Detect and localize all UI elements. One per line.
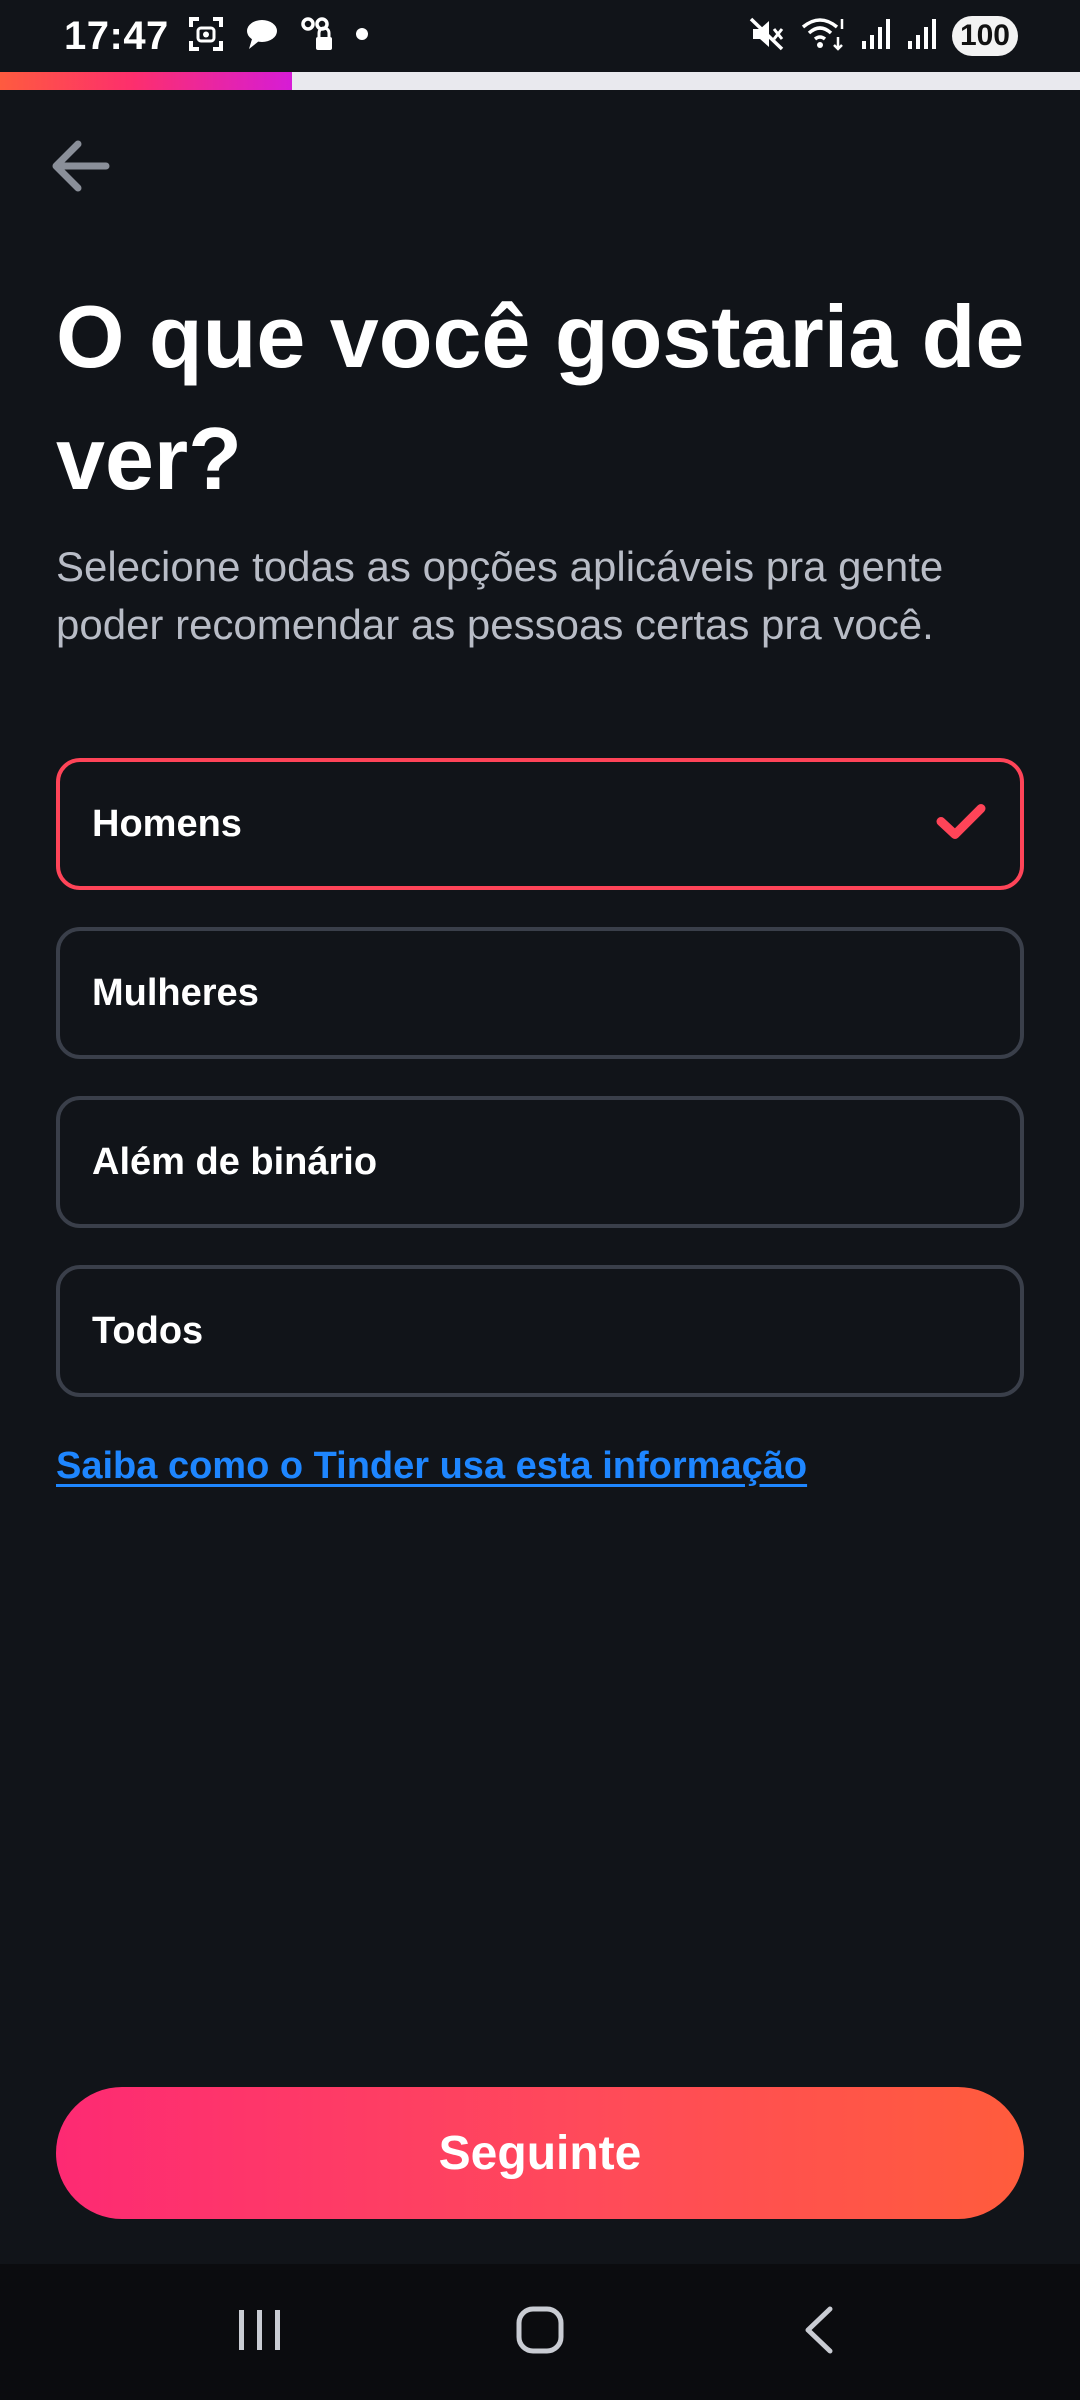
wifi-icon [800,15,846,58]
back-button[interactable] [36,124,124,212]
screenshot-icon [187,15,225,58]
home-button[interactable] [480,2282,600,2382]
option-alem-de-binario[interactable]: Além de binário [56,1096,1024,1228]
option-label: Além de binário [92,1140,378,1183]
link-lock-icon [299,15,337,58]
page-subtitle: Selecione todas as opções aplicáveis pra… [56,543,944,648]
chat-bubble-icon [243,15,281,58]
navigation-bar [0,2264,1080,2400]
option-mulheres[interactable]: Mulheres [56,927,1024,1059]
screen: 17:47 100 O que você gostaria de ver? Se… [0,0,1080,2400]
signal-icon [906,17,938,56]
home-icon [515,2305,565,2360]
system-back-button[interactable] [760,2282,880,2382]
progress-fill [0,72,292,90]
option-label: Homens [92,802,242,845]
dot-icon [355,27,369,46]
mute-icon [748,15,786,58]
option-label: Mulheres [92,971,259,1014]
status-right: 100 [748,15,1018,58]
battery-indicator: 100 [951,16,1018,56]
progress-bar [0,72,1080,90]
back-icon [800,2305,840,2360]
recents-icon [235,2307,285,2358]
recents-button[interactable] [200,2282,320,2382]
status-time: 17:47 [64,13,169,58]
arrow-left-icon [44,130,116,207]
option-label: Todos [92,1309,204,1352]
info-link[interactable]: Saiba como o Tinder usa esta informação [56,1445,807,1488]
option-homens[interactable]: Homens [56,758,1024,890]
next-button[interactable]: Seguinte [56,2087,1024,2219]
status-left: 17:47 [64,14,369,59]
page-title: O que você gostaria de ver? [56,287,1025,508]
status-bar: 17:47 100 [0,0,1080,72]
checkmark-icon [936,802,986,847]
signal-icon [860,17,892,56]
options-list: Homens Mulheres Além de binário Todos [56,758,1024,1434]
option-todos[interactable]: Todos [56,1265,1024,1397]
